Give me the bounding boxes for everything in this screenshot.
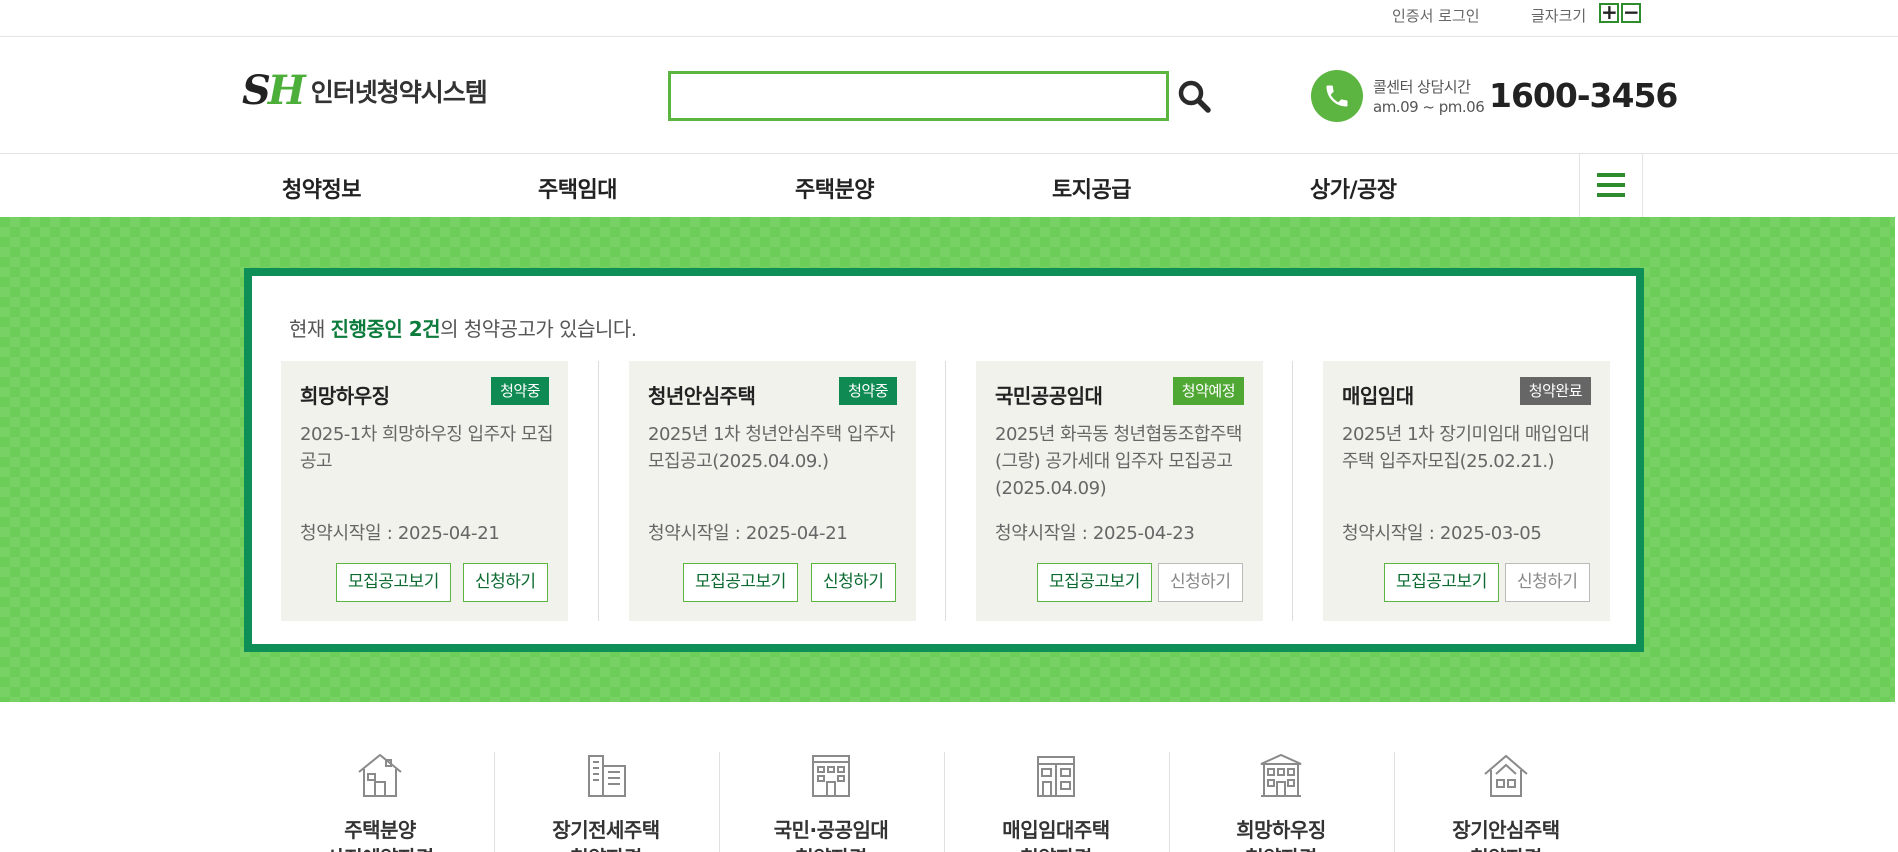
home-icon <box>1484 754 1528 797</box>
view-notice-button[interactable]: 모집공고보기 <box>1037 563 1152 602</box>
apply-button[interactable]: 신청하기 <box>811 563 896 602</box>
apply-button[interactable]: 신청하기 <box>1158 563 1243 602</box>
house-icon <box>358 753 402 797</box>
view-notice-button[interactable]: 모집공고보기 <box>336 563 451 602</box>
shortcut-divider <box>1394 752 1395 852</box>
shortcut-sublabel: 청약자격 <box>946 844 1166 852</box>
shortcut-long-term-jeonse[interactable]: 장기전세주택청약자격 <box>496 750 716 852</box>
page: 인증서 로그인 글자크기 + − SH 인터넷청약시스템 콜센터 상담시간 am… <box>0 0 1898 852</box>
card-description[interactable]: 2025년 화곡동 청년협동조합주택(그랑) 공가세대 입주자 모집공고(202… <box>995 421 1250 502</box>
status-badge: 청약중 <box>839 377 897 405</box>
announcement-card: 청년안심주택 청약중 2025년 1차 청년안심주택 입주자 모집공고(2025… <box>629 361 916 621</box>
logo-mark: SH <box>242 67 306 114</box>
card-start-date: 청약시작일 : 2025-04-21 <box>648 523 848 544</box>
phone-icon <box>1311 70 1363 122</box>
shortcut-purchase-rental[interactable]: 매입임대주택청약자격 <box>946 750 1166 852</box>
card-start-date: 청약시작일 : 2025-04-21 <box>300 523 500 544</box>
card-description[interactable]: 2025년 1차 장기미임대 매입임대주택 입주자모집(25.02.21.) <box>1342 421 1597 475</box>
search-button[interactable] <box>1174 76 1214 116</box>
dormitory-icon <box>1260 753 1302 797</box>
call-center-label: 콜센터 상담시간 <box>1373 78 1471 96</box>
status-badge: 청약예정 <box>1172 377 1244 405</box>
shortcut-label: 주택분양 <box>344 818 416 842</box>
shortcut-label: 장기안심주택 <box>1452 818 1560 842</box>
card-title: 매입임대 <box>1342 384 1414 408</box>
card-description[interactable]: 2025-1차 희망하우징 입주자 모집공고 <box>300 421 555 475</box>
nav-item-land-supply[interactable]: 토지공급 <box>1052 172 1131 204</box>
apartment-icon <box>588 755 626 797</box>
search-icon <box>1178 80 1211 113</box>
card-divider <box>598 361 599 621</box>
certificate-login-link[interactable]: 인증서 로그인 <box>1392 5 1480 26</box>
shortcut-divider <box>719 752 720 852</box>
shortcut-sublabel: 청약자격 <box>1396 844 1616 852</box>
logo-text: 인터넷청약시스템 <box>310 78 488 107</box>
shortcut-divider <box>944 752 945 852</box>
apply-button[interactable]: 신청하기 <box>463 563 548 602</box>
card-description[interactable]: 2025년 1차 청년안심주택 입주자 모집공고(2025.04.09.) <box>648 421 903 475</box>
view-notice-button[interactable]: 모집공고보기 <box>683 563 798 602</box>
shortcut-sublabel: 청약자격 <box>721 844 941 852</box>
shortcut-housing-sale[interactable]: 주택분양사전예약자격 <box>270 750 490 852</box>
shortcut-label: 장기전세주택 <box>552 818 660 842</box>
shortcut-label: 국민·공공임대 <box>773 818 889 842</box>
card-start-date: 청약시작일 : 2025-03-05 <box>1342 523 1542 544</box>
shortcut-long-term-safe-housing[interactable]: 장기안심주택청약자격 <box>1396 750 1616 852</box>
shortcut-hope-housing[interactable]: 희망하우징청약자격 <box>1171 750 1391 852</box>
font-size-label: 글자크기 <box>1531 7 1587 25</box>
townhouse-icon <box>1037 756 1075 797</box>
nav-item-subscription-info[interactable]: 청약정보 <box>282 172 361 204</box>
card-title: 청년안심주택 <box>648 384 756 408</box>
shortcut-sublabel: 청약자격 <box>496 844 716 852</box>
status-badge: 청약완료 <box>1519 377 1591 405</box>
card-start-date: 청약시작일 : 2025-04-23 <box>995 523 1195 544</box>
announcement-panel: 현재 진행중인 2건의 청약공고가 있습니다. 희망하우징 청약중 2025-1… <box>244 268 1644 652</box>
utility-bar: 인증서 로그인 글자크기 + − <box>0 0 1898 37</box>
announcement-card: 국민공공임대 청약예정 2025년 화곡동 청년협동조합주택(그랑) 공가세대 … <box>976 361 1263 621</box>
card-title: 국민공공임대 <box>995 384 1103 408</box>
call-center-time: am.09 ~ pm.06 <box>1373 98 1485 116</box>
hamburger-menu-icon[interactable] <box>1579 153 1643 217</box>
announcement-card: 매입임대 청약완료 2025년 1차 장기미임대 매입임대주택 입주자모집(25… <box>1323 361 1610 621</box>
shortcut-label: 매입임대주택 <box>1002 818 1110 842</box>
card-divider <box>1292 361 1293 621</box>
status-badge: 청약중 <box>491 377 549 405</box>
nav-item-housing-rental[interactable]: 주택임대 <box>538 172 617 204</box>
site-logo[interactable]: SH 인터넷청약시스템 <box>242 67 488 114</box>
shortcut-divider <box>1169 752 1170 852</box>
announcement-card: 희망하우징 청약중 2025-1차 희망하우징 입주자 모집공고 청약시작일 :… <box>281 361 568 621</box>
ongoing-count: 진행중인 2건 <box>330 317 441 341</box>
font-size-increase-button[interactable]: + <box>1599 2 1619 23</box>
announcement-notice: 현재 진행중인 2건의 청약공고가 있습니다. <box>289 317 637 341</box>
font-size-decrease-button[interactable]: − <box>1621 2 1641 23</box>
shortcut-public-rental[interactable]: 국민·공공임대청약자격 <box>721 750 941 852</box>
call-center-number: 1600-3456 <box>1489 76 1678 115</box>
card-divider <box>945 361 946 621</box>
nav-item-store-factory[interactable]: 상가/공장 <box>1310 172 1397 204</box>
shortcut-label: 희망하우징 <box>1236 818 1326 842</box>
shortcut-sublabel: 청약자격 <box>1171 844 1391 852</box>
shortcut-sublabel: 사전예약자격 <box>270 844 490 852</box>
apply-button[interactable]: 신청하기 <box>1505 563 1590 602</box>
nav-item-housing-sale[interactable]: 주택분양 <box>795 172 874 204</box>
building-icon <box>812 755 850 797</box>
call-center-hours: 콜센터 상담시간 am.09 ~ pm.06 <box>1373 77 1485 117</box>
shortcut-divider <box>494 752 495 852</box>
view-notice-button[interactable]: 모집공고보기 <box>1384 563 1499 602</box>
card-title: 희망하우징 <box>300 384 390 408</box>
search-input[interactable] <box>668 71 1169 121</box>
